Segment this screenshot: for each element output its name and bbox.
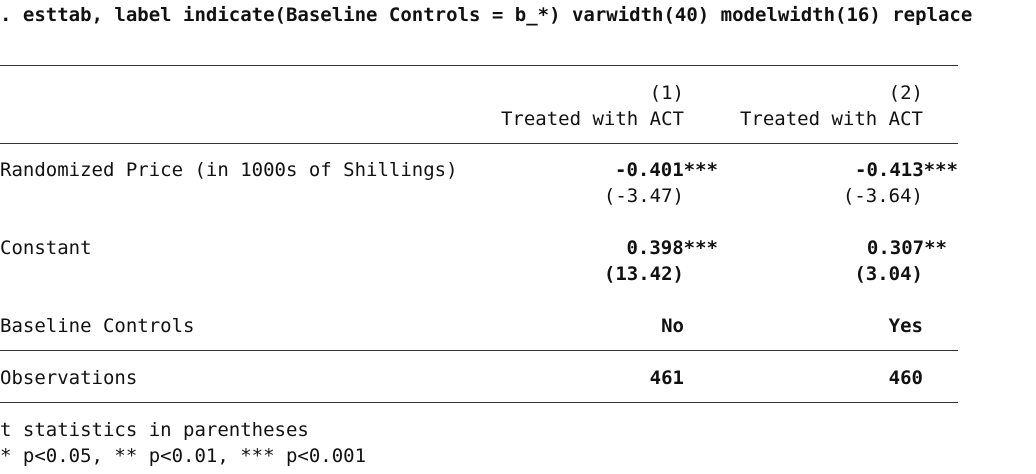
tstat-constant-col2: (3.04) (854, 263, 923, 285)
command-line: . esttab, label indicate(Baseline Contro… (0, 4, 973, 26)
baseline-controls-col1: No (661, 315, 684, 337)
bottom-rule (0, 402, 958, 403)
row-label-constant: Constant (0, 237, 92, 259)
row-label-observations: Observations (0, 367, 138, 389)
coef-constant-col2: 0.307** (866, 237, 947, 259)
header-rule (0, 143, 958, 144)
tstat-price-col2: (-3.64) (842, 185, 923, 207)
coef-price-col1: -0.401*** (615, 159, 718, 181)
footer-note-tstats: t statistics in parentheses (0, 419, 309, 441)
column-2-number: (2) (888, 82, 923, 104)
observations-rule (0, 350, 958, 351)
column-2-label: Treated with ACT (739, 108, 923, 130)
row-label-price: Randomized Price (in 1000s of Shillings) (0, 159, 458, 181)
coef-constant-col1: 0.398*** (626, 237, 718, 259)
top-rule (0, 65, 958, 66)
row-label-baseline-controls: Baseline Controls (0, 315, 195, 337)
tstat-price-col1: (-3.47) (603, 185, 684, 207)
observations-col2: 460 (888, 367, 923, 389)
footer-note-significance: * p<0.05, ** p<0.01, *** p<0.001 (0, 445, 367, 467)
column-1-label: Treated with ACT (500, 108, 684, 130)
column-1-number: (1) (649, 82, 684, 104)
coef-price-col2: -0.413*** (855, 159, 958, 181)
baseline-controls-col2: Yes (888, 315, 923, 337)
tstat-constant-col1: (13.42) (603, 263, 684, 285)
observations-col1: 461 (649, 367, 684, 389)
